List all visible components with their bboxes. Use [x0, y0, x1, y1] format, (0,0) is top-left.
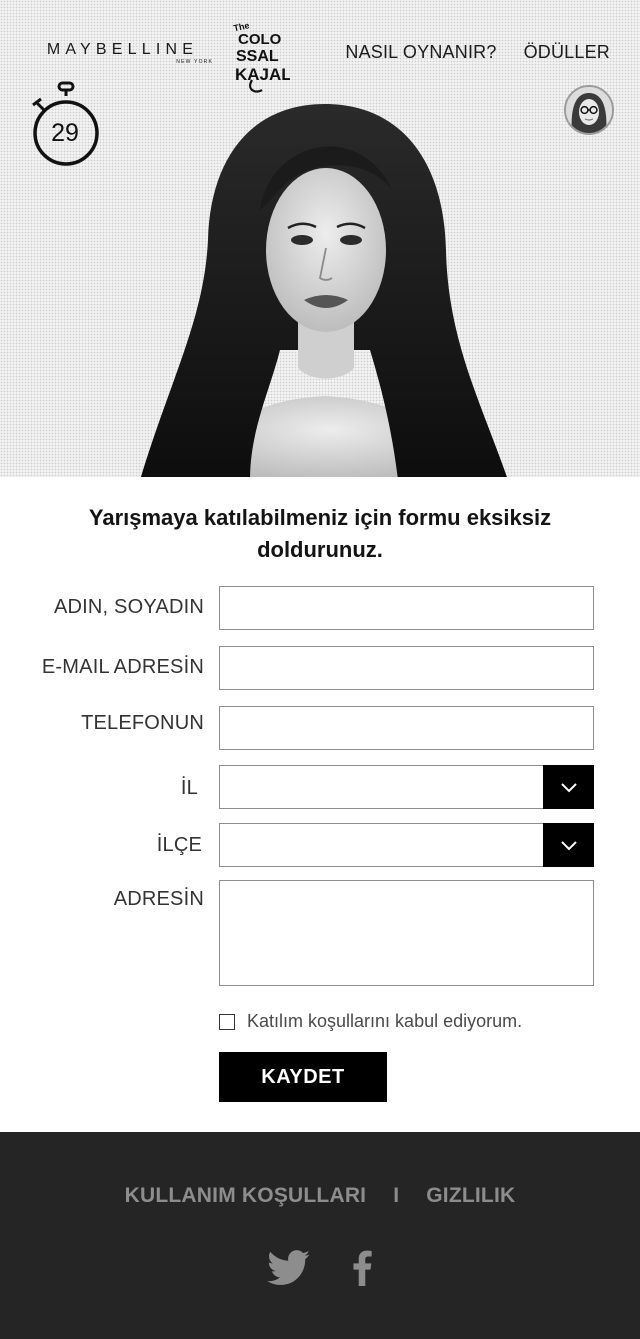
terms-of-use-link[interactable]: KULLANIM KOŞULLARI [125, 1184, 367, 1208]
terms-checkbox[interactable] [219, 1014, 235, 1030]
name-label: ADIN, SOYADIN [53, 596, 204, 618]
timer-value: 29 [51, 119, 79, 147]
chevron-down-icon [560, 783, 577, 793]
city-select[interactable] [219, 765, 594, 809]
save-button[interactable]: KAYDET [219, 1052, 387, 1102]
email-label: E-MAIL ADRESİN [41, 656, 204, 678]
twitter-icon[interactable] [267, 1250, 311, 1286]
district-dropdown-button[interactable] [543, 823, 594, 867]
phone-input[interactable] [219, 706, 594, 750]
svg-text:COLO: COLO [238, 31, 282, 48]
form-title: Yarışmaya katılabilmeniz için formu eksi… [88, 505, 552, 562]
city-label: İL [180, 777, 198, 799]
address-label: ADRESİN [113, 888, 204, 910]
footer-links: KULLANIM KOŞULLARI I GIZLILIK [0, 1184, 640, 1208]
svg-text:KAJAL: KAJAL [235, 65, 290, 84]
svg-text:SSAL: SSAL [236, 48, 279, 65]
terms-label[interactable]: Katılım koşullarını kabul ediyorum. [247, 1011, 522, 1032]
chevron-down-icon [560, 841, 577, 851]
district-select[interactable] [219, 823, 594, 867]
brand-name: MAYBELLINE [46, 41, 199, 58]
colossal-kajal-logo[interactable]: The COLO SSAL KAJAL [232, 20, 290, 94]
nav-prizes[interactable]: ÖDÜLLER [524, 41, 610, 63]
phone-label: TELEFONUN [81, 712, 204, 734]
facebook-icon[interactable] [351, 1250, 373, 1286]
nav-how-to-play[interactable]: NASIL OYNANIR? [345, 41, 496, 63]
model-portrait-image [140, 104, 507, 477]
address-textarea[interactable] [219, 880, 594, 986]
avatar-image [566, 87, 612, 133]
email-input[interactable] [219, 646, 594, 690]
footer-separator: I [393, 1184, 400, 1207]
footer: KULLANIM KOŞULLARI I GIZLILIK [0, 1132, 640, 1339]
maybelline-logo[interactable]: MAYBELLINE NEW YORK [30, 41, 215, 65]
social-links [0, 1250, 640, 1286]
user-avatar[interactable] [564, 85, 614, 135]
name-input[interactable] [219, 586, 594, 630]
main-nav: NASIL OYNANIR? ÖDÜLLER [345, 41, 610, 63]
privacy-link[interactable]: GIZLILIK [426, 1184, 515, 1208]
district-label: İLÇE [156, 834, 202, 856]
city-dropdown-button[interactable] [543, 765, 594, 809]
brand-sub: NEW YORK [176, 59, 213, 65]
hero-banner: MAYBELLINE NEW YORK The COLO SSAL KAJAL … [0, 0, 640, 477]
